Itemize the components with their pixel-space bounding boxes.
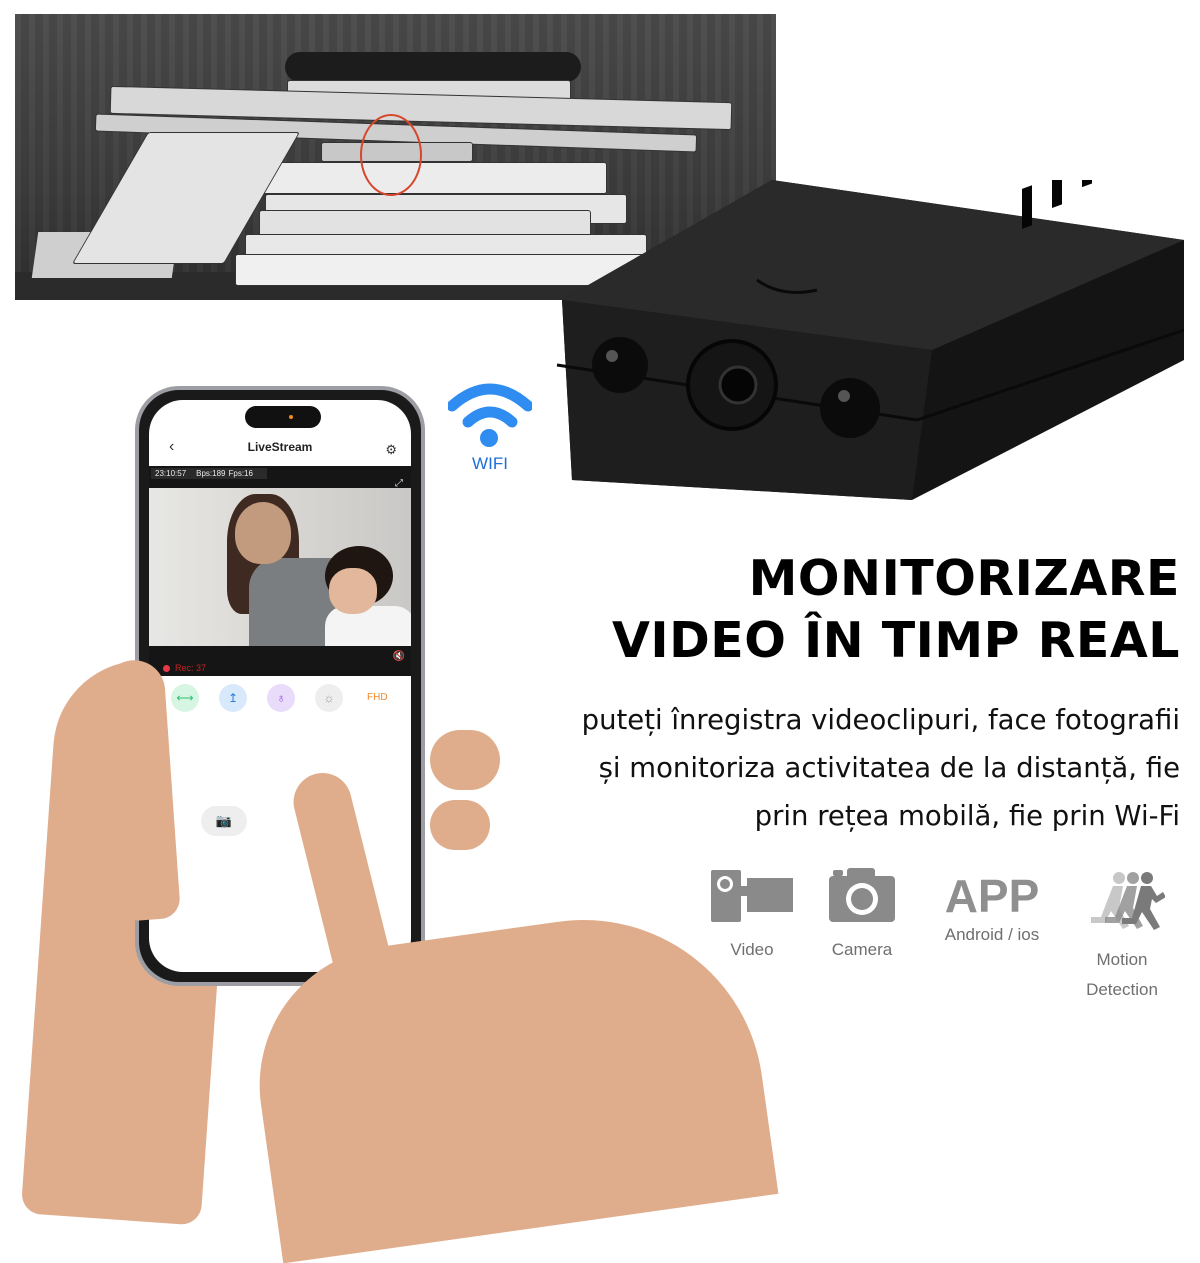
video-frame xyxy=(149,488,411,646)
feature-video: Video xyxy=(708,868,796,965)
speaker-muted-icon[interactable]: 🔇 xyxy=(393,651,405,662)
vertical-flip-button[interactable]: ↥ xyxy=(219,684,247,712)
wifi-icon xyxy=(446,383,534,447)
light-bulb-icon: ♁ xyxy=(276,691,286,705)
video-camera-icon xyxy=(711,870,793,922)
live-stream-view[interactable]: 23:10:57 Bps:189 Fps:16 ⤢ 🔇 xyxy=(149,466,411,662)
photo-camera-icon xyxy=(829,868,895,922)
recording-status: Rec: 37 xyxy=(149,662,411,676)
ir-led-left xyxy=(592,337,648,393)
left-hand-finger xyxy=(430,800,490,850)
feature-app: APP Android / ios xyxy=(930,870,1054,950)
camera-icon: 📷 xyxy=(215,813,233,828)
child-body xyxy=(325,606,411,646)
night-mode-icon: ☼ xyxy=(323,691,335,705)
snapshot-button[interactable]: 📷 xyxy=(201,806,247,836)
feature-video-label: Video xyxy=(730,940,774,959)
left-hand-finger xyxy=(430,730,500,790)
control-row: ⟷ ↥ ♁ ☼ FHD xyxy=(149,682,411,716)
stream-fps: Fps:16 xyxy=(228,469,253,478)
stream-bps: Bps:189 xyxy=(196,469,226,478)
headline-line-2: VIDEO ÎN TIMP REAL xyxy=(611,612,1180,669)
description-line-3: prin rețea mobilă, fie prin Wi-Fi xyxy=(754,800,1180,832)
feature-app-label: Android / ios xyxy=(944,925,1040,944)
person-face xyxy=(235,502,291,564)
horizontal-flip-button[interactable]: ⟷ xyxy=(171,684,199,712)
quality-fhd-button[interactable]: FHD xyxy=(367,692,388,703)
gear-icon[interactable]: ⚙ xyxy=(385,442,397,458)
hidden-camera-highlight-circle xyxy=(360,114,422,196)
light-button[interactable]: ♁ xyxy=(267,684,295,712)
app-header: ‹ LiveStream ⚙ xyxy=(149,428,411,466)
vertical-flip-icon: ↥ xyxy=(227,691,239,705)
wifi-badge: WIFI xyxy=(446,378,534,476)
description: puteți înregistra videoclipuri, face fot… xyxy=(582,696,1180,840)
ir-led-right xyxy=(820,378,880,438)
feature-motion-detection: Motion Detection xyxy=(1072,870,1172,1005)
app-title: LiveStream xyxy=(247,440,313,454)
feature-camera-label: Camera xyxy=(831,940,893,959)
description-line-1: puteți înregistra videoclipuri, face fot… xyxy=(581,704,1180,736)
description-line-2: și monitoriza activitatea de la distanță… xyxy=(598,752,1180,784)
app-text-icon: APP xyxy=(944,870,1040,922)
headline: MONITORIZARE VIDEO ÎN TIMP REAL xyxy=(612,548,1180,672)
mini-camera-device xyxy=(556,180,1184,500)
dynamic-island xyxy=(245,406,321,428)
headline-line-1: MONITORIZARE xyxy=(748,550,1180,607)
recording-label: Rec: 37 xyxy=(175,663,207,673)
running-people-icon xyxy=(1091,872,1166,930)
feature-camera: Camera xyxy=(822,864,902,965)
wifi-label: WIFI xyxy=(472,454,508,473)
feature-motion-label-2: Detection xyxy=(1086,980,1158,999)
feature-motion-label-1: Motion xyxy=(1096,950,1148,969)
recording-dot-icon xyxy=(163,665,170,672)
stream-stats: 23:10:57 Bps:189 Fps:16 xyxy=(151,468,267,479)
wallet-top xyxy=(285,52,581,82)
stream-time: 23:10:57 xyxy=(155,469,187,478)
horizontal-flip-icon: ⟷ xyxy=(176,691,194,705)
child-face xyxy=(329,568,377,614)
night-mode-button[interactable]: ☼ xyxy=(315,684,343,712)
